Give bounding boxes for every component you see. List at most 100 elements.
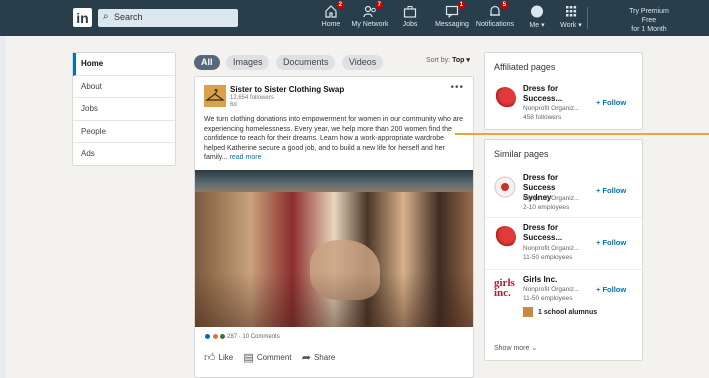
post-followers: 12,654 followers xyxy=(230,95,274,101)
nav-messaging[interactable]: 1 Messaging xyxy=(432,1,472,33)
similar-page-item[interactable]: Dress for Success... Nonprofit Organiz..… xyxy=(485,217,642,269)
page-category: Nonprofit Organiz... xyxy=(523,245,580,252)
nav-work[interactable]: Work ▾ xyxy=(556,5,586,33)
search-placeholder: Search xyxy=(114,12,143,22)
image-shade xyxy=(195,272,473,327)
dress-for-success-sydney-logo xyxy=(494,176,516,198)
alumnus-avatar xyxy=(523,307,533,317)
filter-images[interactable]: Images xyxy=(225,55,270,70)
page-size: 11-50 employees xyxy=(523,295,573,302)
avatar-icon xyxy=(530,5,544,18)
leftnav-ads[interactable]: Ads xyxy=(73,143,175,166)
thumbs-up-icon: 👍︎ xyxy=(204,352,216,364)
home-icon: 2 xyxy=(324,1,344,18)
page-name[interactable]: Dress for Success... xyxy=(523,223,585,243)
highlight-line xyxy=(455,133,709,135)
try-premium-link[interactable]: Try Premium Free for 1 Month xyxy=(621,7,677,34)
love-reaction-icon xyxy=(211,333,219,340)
post-body: We turn clothing donations into empowerm… xyxy=(204,115,466,163)
similar-page-item[interactable]: girls inc. Girls Inc. Nonprofit Organiz..… xyxy=(485,269,642,337)
sort-value: Top ▾ xyxy=(452,57,470,64)
nav-label: Me ▾ xyxy=(529,22,545,29)
school-alumnus-note[interactable]: 1 school alumnus xyxy=(523,307,597,317)
page-size: 11-50 employees xyxy=(523,254,573,261)
leftnav-about[interactable]: About xyxy=(73,76,175,98)
grid-icon xyxy=(564,5,578,18)
page-name[interactable]: Girls Inc. xyxy=(523,275,585,285)
nav-my-network[interactable]: 7 My Network xyxy=(350,1,390,33)
nav-label: Work ▾ xyxy=(560,22,582,29)
page-name[interactable]: Dress for Success... xyxy=(523,84,585,104)
page-category: Nonprofit Organiz... xyxy=(523,105,580,112)
search-input[interactable]: ⌕ Search xyxy=(98,9,238,27)
follow-button[interactable]: + Follow xyxy=(596,238,626,247)
similar-page-item[interactable]: Dress for Success Sydney Nonprofit Organ… xyxy=(485,168,642,217)
comment-label: Comment xyxy=(256,352,292,362)
page-size: 2-10 employees xyxy=(523,204,570,211)
leftnav-jobs[interactable]: Jobs xyxy=(73,98,175,121)
more-options-icon[interactable]: ••• xyxy=(450,82,464,93)
nav-label: Messaging xyxy=(435,21,469,28)
nav-jobs[interactable]: Jobs xyxy=(398,5,422,33)
nav-badge: 7 xyxy=(375,1,383,9)
show-more-button[interactable]: Show more ⌄ xyxy=(494,344,537,352)
feed-post: Sister to Sister Clothing Swap 12,654 fo… xyxy=(194,76,474,378)
nav-label: Home xyxy=(321,21,341,28)
left-edge-strip xyxy=(0,36,6,378)
affiliated-pages-card: Affiliated pages Dress for Success... No… xyxy=(484,52,643,130)
premium-line-1: Try Premium Free xyxy=(629,8,669,24)
post-image[interactable] xyxy=(195,170,473,327)
girls-inc-logo: girls inc. xyxy=(494,277,515,299)
post-org-name[interactable]: Sister to Sister Clothing Swap xyxy=(230,85,344,94)
follow-button[interactable]: + Follow xyxy=(596,285,626,294)
follow-button[interactable]: + Follow xyxy=(596,186,626,195)
page-left-navigation: Home About Jobs People Ads xyxy=(72,52,176,166)
like-button[interactable]: 👍︎ Like xyxy=(204,352,234,364)
post-actions: 👍︎ Like ▤ Comment ➦ Share xyxy=(204,351,466,364)
filter-videos[interactable]: Videos xyxy=(341,55,384,70)
nav-me[interactable]: Me ▾ xyxy=(523,5,551,33)
reaction-count: 287 · 10 Comments xyxy=(227,334,280,341)
dress-for-success-logo xyxy=(494,226,516,248)
nav-label: Jobs xyxy=(402,21,418,28)
like-label: Like xyxy=(218,352,234,362)
comment-icon: ▤ xyxy=(243,352,254,364)
search-icon: ⌕ xyxy=(103,11,109,22)
bell-icon: 5 xyxy=(488,1,508,18)
page-category: Nonprofit Organiz... xyxy=(523,286,580,293)
clothing-rail xyxy=(195,170,473,192)
nav-label: My Network xyxy=(351,21,389,28)
affiliated-page-item[interactable]: Dress for Success... Nonprofit Organiz..… xyxy=(485,79,642,129)
dress-for-success-logo xyxy=(494,87,516,109)
share-icon: ➦ xyxy=(301,352,311,364)
share-button[interactable]: ➦ Share xyxy=(301,352,336,364)
celebrate-reaction-icon xyxy=(219,333,227,340)
content-filter-bar: All Images Documents Videos xyxy=(194,52,385,70)
filter-documents[interactable]: Documents xyxy=(275,55,336,70)
nav-notifications[interactable]: 5 Notifications xyxy=(473,1,517,33)
similar-pages-card: Similar pages Dress for Success Sydney N… xyxy=(484,139,643,361)
follow-button[interactable]: + Follow xyxy=(596,98,626,107)
read-more-link[interactable]: read more xyxy=(230,154,262,161)
share-label: Share xyxy=(313,352,336,362)
page-followers: 458 followers xyxy=(523,114,562,121)
nav-label: Notifications xyxy=(475,21,515,28)
post-age: 6d xyxy=(230,102,237,108)
alumnus-label: 1 school alumnus xyxy=(538,308,598,316)
filter-all[interactable]: All xyxy=(194,55,220,70)
nav-home[interactable]: 2 Home xyxy=(314,1,348,33)
affiliated-title: Affiliated pages xyxy=(494,62,556,72)
leftnav-home[interactable]: Home xyxy=(73,53,175,76)
linkedin-logo[interactable]: in xyxy=(73,8,92,27)
hanger-icon xyxy=(205,88,225,101)
similar-title: Similar pages xyxy=(494,149,549,159)
sort-by-dropdown[interactable]: Sort by: Top ▾ xyxy=(426,56,470,64)
like-reaction-icon xyxy=(204,333,211,340)
page-category: Nonprofit Organiz... xyxy=(523,195,580,202)
sort-label: Sort by: xyxy=(426,57,451,64)
org-logo[interactable] xyxy=(204,85,226,107)
comment-button[interactable]: ▤ Comment xyxy=(243,352,292,364)
reaction-summary[interactable]: 287 · 10 Comments xyxy=(204,333,280,340)
briefcase-icon xyxy=(403,5,417,18)
leftnav-people[interactable]: People xyxy=(73,121,175,143)
